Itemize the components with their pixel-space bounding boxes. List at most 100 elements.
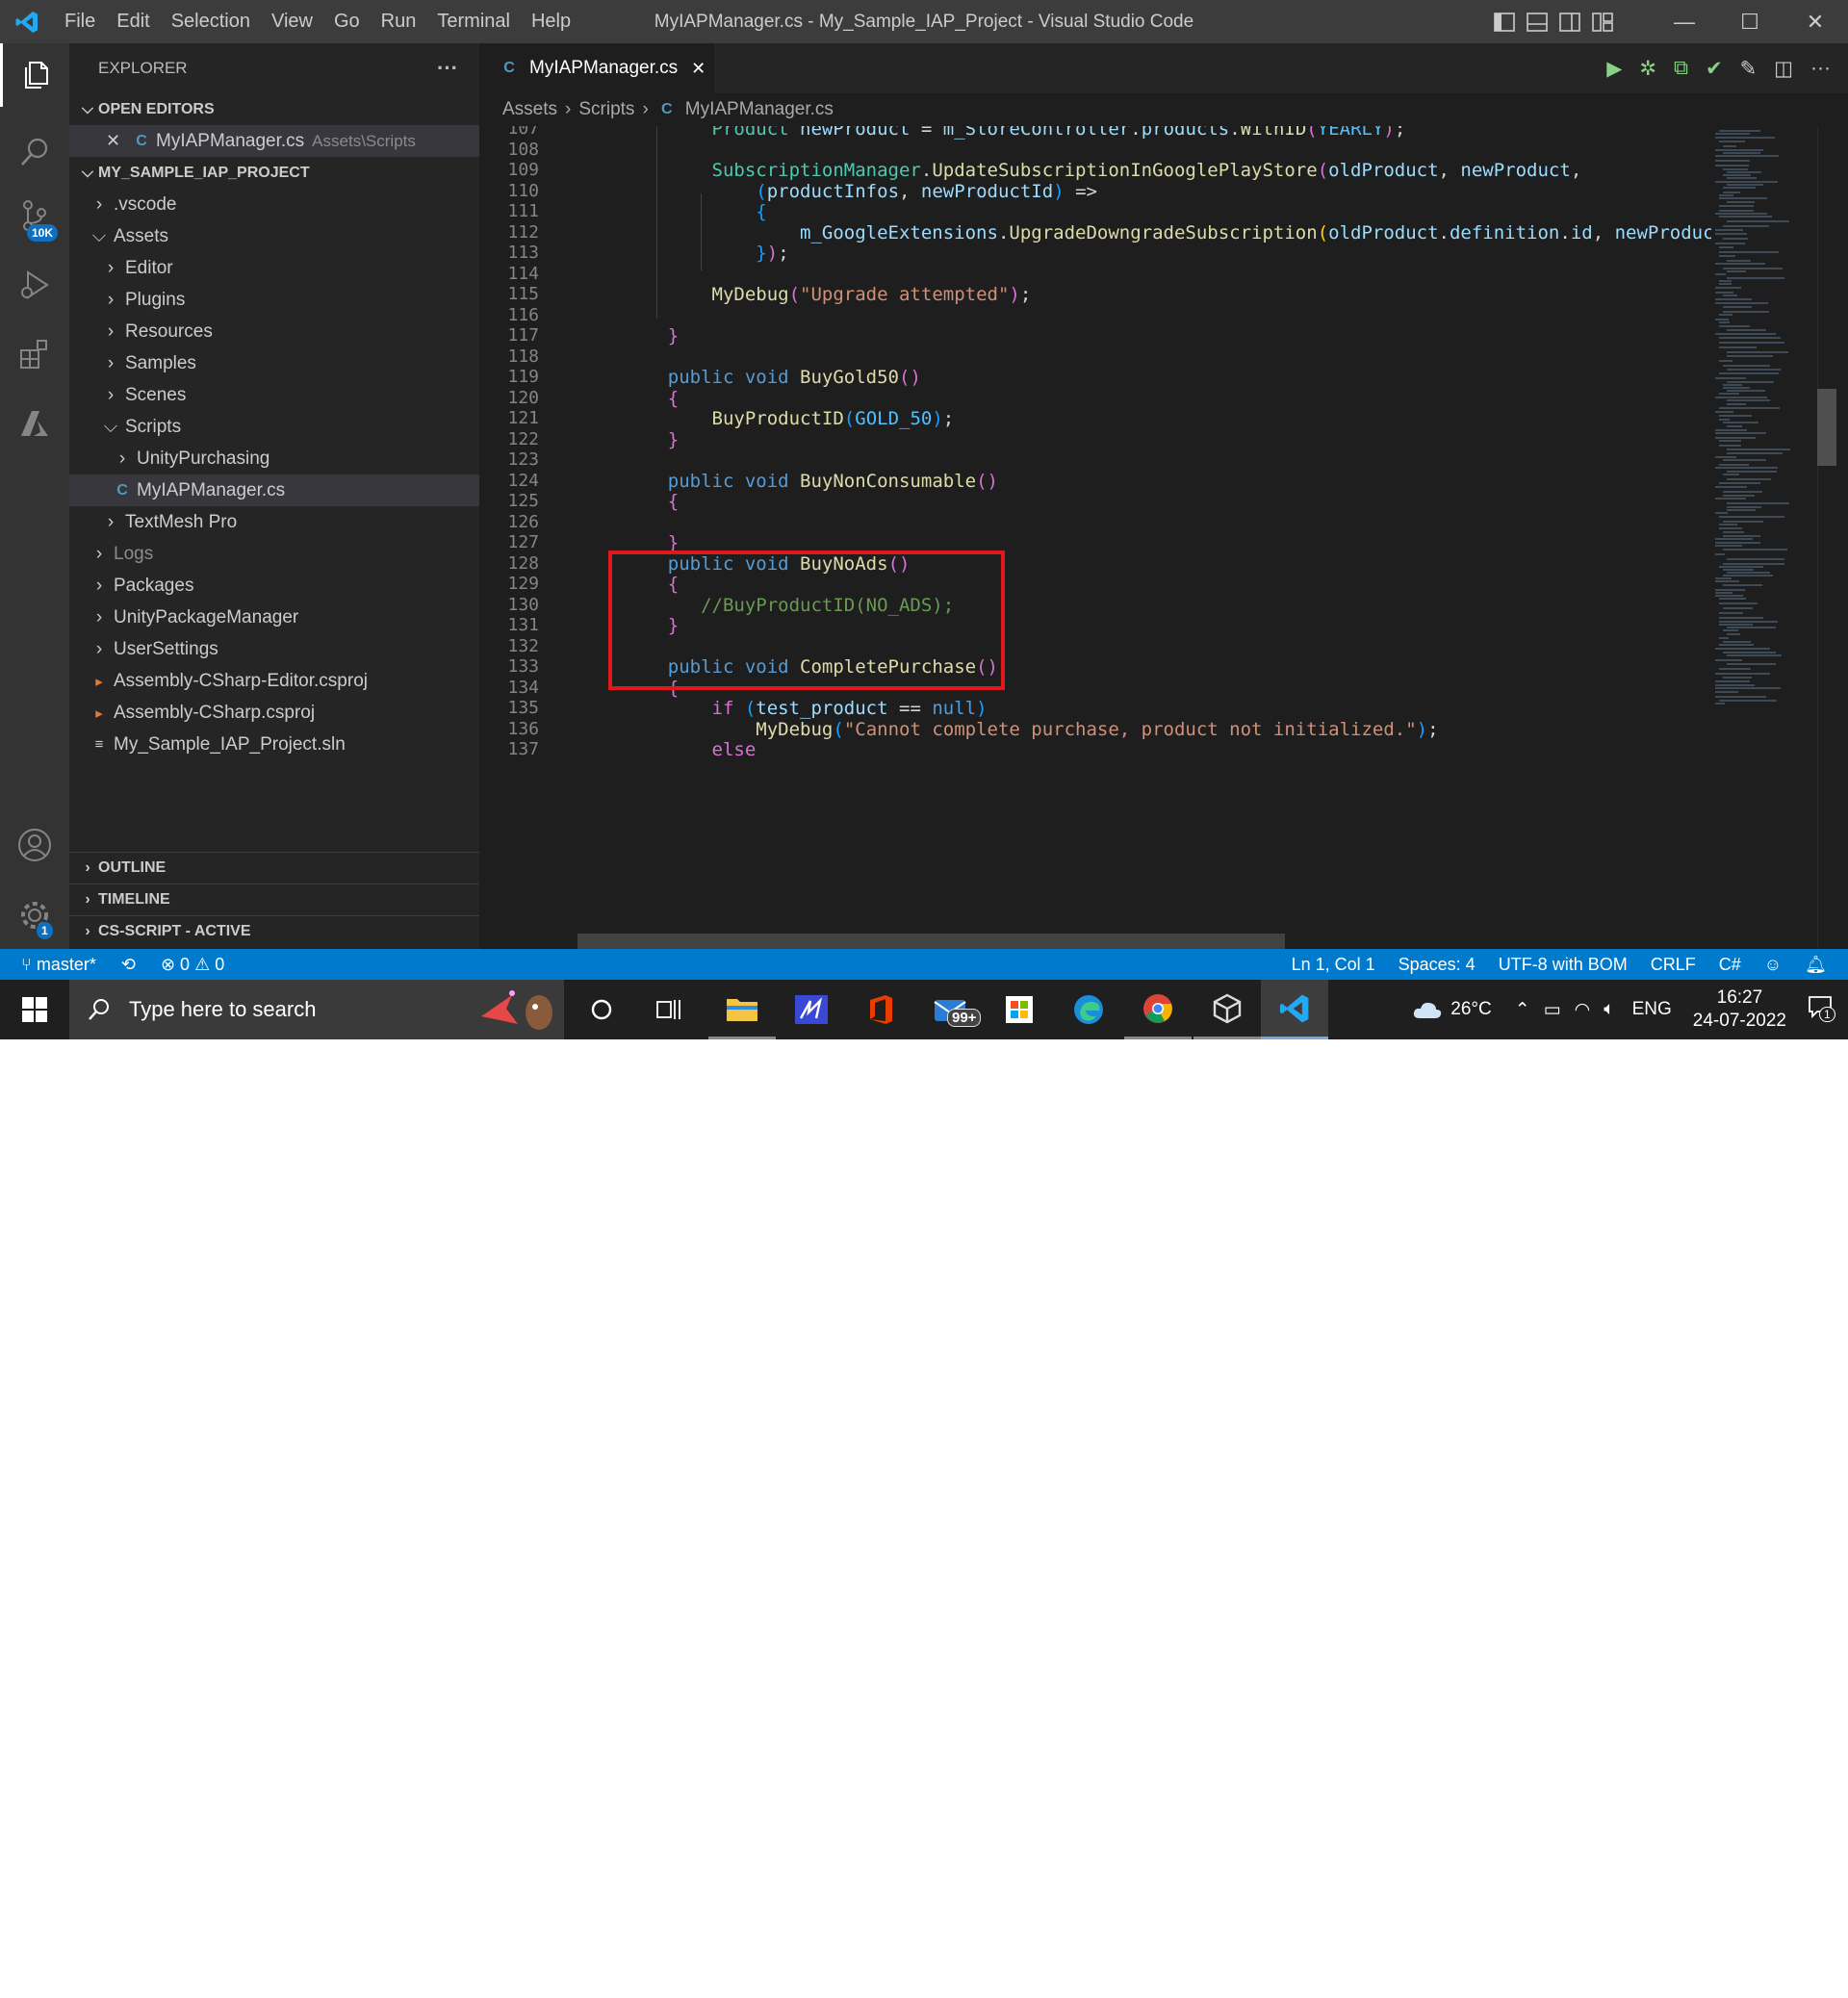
code-line[interactable]: { bbox=[624, 491, 679, 512]
code-line[interactable]: MyDebug("Cannot complete purchase, produ… bbox=[624, 719, 1438, 740]
tree-item[interactable]: ⌵ Scripts bbox=[69, 411, 479, 443]
visual-studio-app[interactable] bbox=[778, 980, 845, 1039]
breadcrumb-assets[interactable]: Assets bbox=[502, 99, 557, 120]
code-line[interactable]: SubscriptionManager.UpdateSubscriptionIn… bbox=[624, 160, 1582, 181]
tree-item[interactable]: ≡ My_Sample_IAP_Project.sln bbox=[69, 729, 479, 760]
tree-item[interactable]: › Resources bbox=[69, 316, 479, 347]
tree-item[interactable]: › Samples bbox=[69, 347, 479, 379]
indentation[interactable]: Spaces: 4 bbox=[1399, 955, 1476, 975]
run-in-terminal-icon[interactable]: ⧉ bbox=[1674, 57, 1688, 80]
maximize-button[interactable]: ☐ bbox=[1717, 0, 1783, 43]
project-section[interactable]: ⌵ MY_SAMPLE_IAP_PROJECT bbox=[69, 157, 479, 189]
branch-status[interactable]: ⑂ master* bbox=[21, 955, 96, 975]
office-app[interactable] bbox=[847, 980, 914, 1039]
split-editor-icon[interactable]: ◫ bbox=[1774, 57, 1793, 81]
show-hidden-icons-chevron-icon[interactable]: ⌃ bbox=[1515, 999, 1530, 1021]
chrome-app[interactable] bbox=[1124, 980, 1192, 1039]
sync-icon[interactable]: ⟲ bbox=[121, 955, 136, 975]
timeline-section[interactable]: › TIMELINE bbox=[69, 884, 479, 915]
code-editor[interactable]: 107 108 109 110 111 112 113 114 115 116 117 118 119 1… bbox=[479, 126, 1711, 949]
run-debug-activity[interactable] bbox=[0, 253, 69, 317]
search-activity[interactable] bbox=[0, 120, 69, 184]
file-explorer-app[interactable] bbox=[708, 980, 776, 1039]
menu-help[interactable]: Help bbox=[521, 0, 581, 43]
code-line[interactable]: m_GoogleExtensions.UpgradeDowngradeSubsc… bbox=[624, 222, 1711, 243]
menu-selection[interactable]: Selection bbox=[161, 0, 261, 43]
vscode-taskbar-app[interactable] bbox=[1261, 980, 1328, 1039]
code-line[interactable]: { bbox=[624, 201, 766, 222]
tree-item[interactable]: ▸ Assembly-CSharp-Editor.csproj bbox=[69, 665, 479, 697]
code-line[interactable]: { bbox=[624, 388, 679, 409]
tree-item[interactable]: › Editor bbox=[69, 252, 479, 284]
scrollbar-thumb[interactable] bbox=[1817, 389, 1836, 466]
open-editors-section[interactable]: ⌵ OPEN EDITORS bbox=[69, 93, 479, 125]
code-line[interactable]: BuyProductID(GOLD_50); bbox=[624, 408, 955, 429]
minimize-button[interactable]: — bbox=[1652, 0, 1717, 43]
extensions-activity[interactable] bbox=[0, 322, 69, 386]
tab-myiapmanager[interactable]: C MyIAPManager.cs ✕ bbox=[479, 43, 714, 93]
cs-script-section[interactable]: › CS-SCRIPT - ACTIVE bbox=[69, 915, 479, 947]
problems-status[interactable]: ⊗ 0 ⚠ 0 bbox=[161, 955, 224, 975]
code-line[interactable]: public void BuyNonConsumable() bbox=[624, 471, 998, 492]
debug-icon[interactable]: ✲ bbox=[1639, 57, 1656, 81]
manage-activity[interactable]: 1 bbox=[0, 884, 69, 947]
tree-item[interactable]: › UserSettings bbox=[69, 633, 479, 665]
tab-close-icon[interactable]: ✕ bbox=[691, 59, 706, 79]
code-line[interactable]: public void BuyGold50() bbox=[624, 367, 921, 388]
wifi-icon[interactable]: ◠ bbox=[1575, 999, 1591, 1021]
breadcrumb-file[interactable]: MyIAPManager.cs bbox=[685, 99, 834, 120]
task-view-button[interactable] bbox=[635, 980, 703, 1039]
code-line[interactable]: Product newProduct = m_StoreController.p… bbox=[624, 126, 1406, 140]
menu-run[interactable]: Run bbox=[371, 0, 427, 43]
notifications-bell-icon[interactable]: 🔔︎ bbox=[1805, 955, 1827, 975]
horizontal-scrollbar[interactable] bbox=[578, 934, 1285, 949]
explorer-activity[interactable] bbox=[0, 43, 69, 107]
tree-item[interactable]: › .vscode bbox=[69, 189, 479, 220]
vertical-scrollbar[interactable] bbox=[1817, 126, 1836, 949]
tree-item[interactable]: C MyIAPManager.cs bbox=[69, 474, 479, 506]
language-mode[interactable]: C# bbox=[1719, 955, 1741, 975]
toggle-panel-icon[interactable] bbox=[1527, 12, 1548, 32]
code-line[interactable]: } bbox=[624, 429, 679, 450]
code-line[interactable]: MyDebug("Upgrade attempted"); bbox=[624, 284, 1032, 305]
feedback-icon[interactable]: ☺ bbox=[1764, 955, 1782, 975]
run-icon[interactable]: ▶ bbox=[1606, 57, 1622, 81]
cortana-button[interactable] bbox=[568, 980, 635, 1039]
accounts-activity[interactable] bbox=[0, 813, 69, 877]
code-line[interactable]: }); bbox=[624, 243, 788, 264]
breadcrumb-scripts[interactable]: Scripts bbox=[578, 99, 634, 120]
taskbar-search-box[interactable]: Type here to search bbox=[69, 980, 564, 1039]
azure-activity[interactable] bbox=[0, 392, 69, 455]
microsoft-store-app[interactable] bbox=[986, 980, 1053, 1039]
close-editor-icon[interactable]: ✕ bbox=[106, 131, 131, 151]
end-of-line[interactable]: CRLF bbox=[1651, 955, 1696, 975]
mail-app[interactable]: 99+ bbox=[916, 980, 984, 1039]
input-language[interactable]: ENG bbox=[1632, 999, 1672, 1020]
code-line[interactable]: else bbox=[624, 739, 757, 760]
menu-view[interactable]: View bbox=[261, 0, 323, 43]
tree-item[interactable]: › Packages bbox=[69, 570, 479, 602]
menu-edit[interactable]: Edit bbox=[106, 0, 160, 43]
source-control-activity[interactable]: 10K bbox=[0, 184, 69, 247]
cursor-position[interactable]: Ln 1, Col 1 bbox=[1292, 955, 1375, 975]
tree-item[interactable]: ▸ Assembly-CSharp.csproj bbox=[69, 697, 479, 729]
outline-section[interactable]: › OUTLINE bbox=[69, 852, 479, 884]
toggle-secondary-sidebar-icon[interactable] bbox=[1559, 12, 1580, 32]
clock[interactable]: 16:27 24-07-2022 bbox=[1693, 986, 1786, 1033]
start-button[interactable] bbox=[0, 980, 69, 1039]
open-editor-item[interactable]: ✕ C MyIAPManager.cs Assets\Scripts bbox=[69, 125, 479, 157]
code-line[interactable]: (productInfos, newProductId) => bbox=[624, 181, 1097, 202]
close-window-button[interactable]: ✕ bbox=[1783, 0, 1848, 43]
tree-item[interactable]: › TextMesh Pro bbox=[69, 506, 479, 538]
code-line[interactable]: } bbox=[624, 325, 679, 346]
more-actions-icon[interactable]: ··· bbox=[1810, 57, 1831, 80]
encoding[interactable]: UTF-8 with BOM bbox=[1499, 955, 1628, 975]
edit-icon[interactable]: ✎ bbox=[1740, 57, 1758, 81]
tree-item[interactable]: ⌵ Assets bbox=[69, 220, 479, 252]
explorer-more-button[interactable]: ··· bbox=[437, 56, 458, 81]
check-icon[interactable]: ✔ bbox=[1706, 57, 1723, 81]
code-area[interactable]: Product newProduct = m_StoreController.p… bbox=[624, 126, 1711, 949]
toggle-primary-sidebar-icon[interactable] bbox=[1494, 12, 1515, 32]
customize-layout-icon[interactable] bbox=[1592, 12, 1613, 32]
code-line[interactable]: if (test_product == null) bbox=[624, 698, 988, 719]
